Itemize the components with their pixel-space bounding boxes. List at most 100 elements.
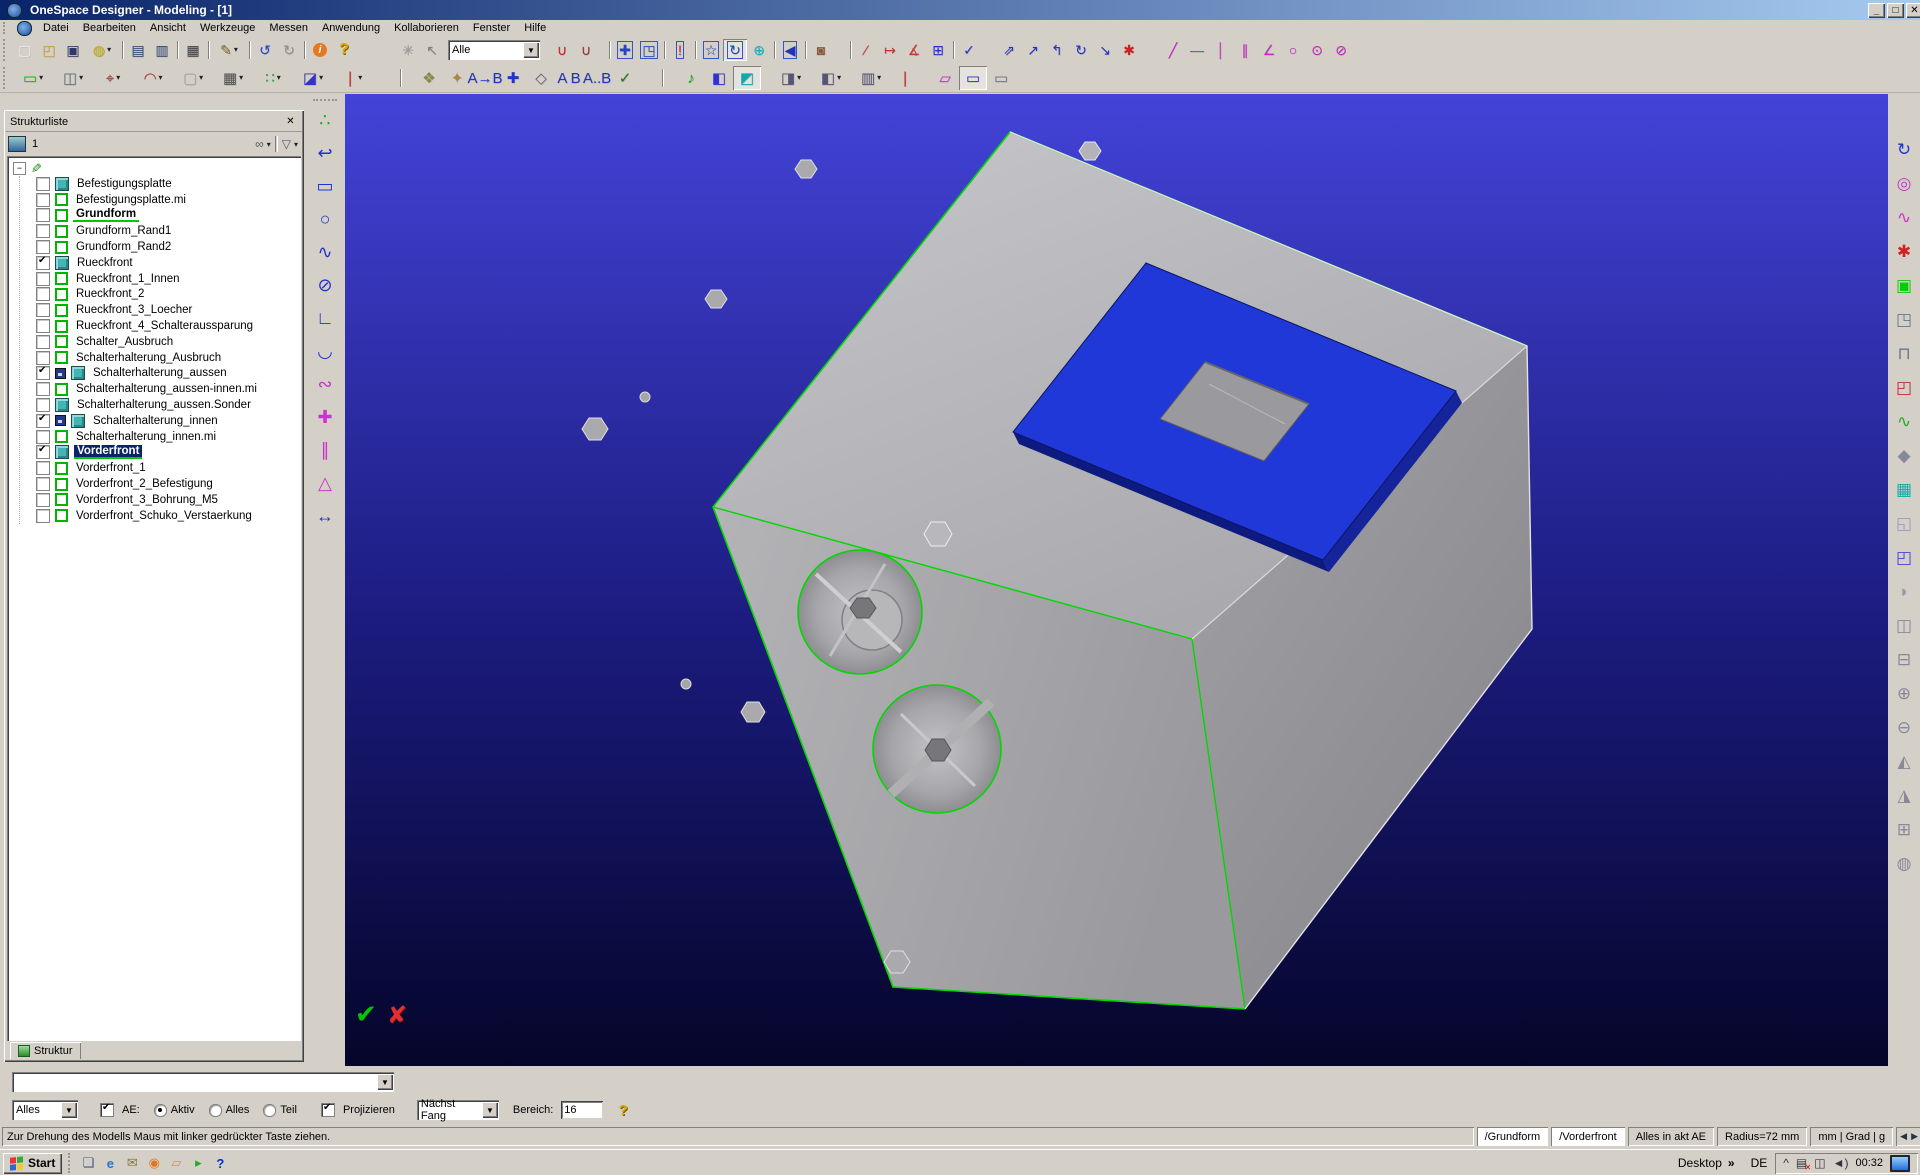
visibility-checkbox[interactable] <box>36 398 50 412</box>
center-view-icon[interactable]: ! <box>668 39 692 61</box>
status-field-radius[interactable]: Radius=72 mm <box>1717 1127 1807 1146</box>
thicken-tool-icon[interactable]: ◗ <box>1890 578 1918 606</box>
fix-position-icon[interactable]: ✱ <box>1117 39 1141 61</box>
rotate-3d-icon[interactable]: ↻ <box>723 39 747 61</box>
visibility-checkbox[interactable] <box>36 382 50 396</box>
marker-icon[interactable]: ❘ <box>333 66 373 90</box>
tree-item[interactable]: Schalterhalterung_aussen.Sonder <box>22 397 301 413</box>
pan-view-icon[interactable]: ✚ <box>613 39 637 61</box>
tree-item[interactable]: Rueckfront_2 <box>22 287 301 303</box>
curve-pattern-icon[interactable]: ∿ <box>1890 204 1918 232</box>
stretch-part-icon[interactable]: ⇗ <box>997 39 1021 61</box>
command-input-combobox[interactable]: ▼ <box>12 1072 394 1092</box>
menu-kollaborieren[interactable]: Kollaborieren <box>387 21 466 35</box>
circle-pattern-icon[interactable]: ◎ <box>1890 170 1918 198</box>
launch-mail-icon[interactable]: ✉ <box>122 1153 142 1173</box>
launch-ie-icon[interactable]: e <box>100 1153 120 1173</box>
menu-bearbeiten[interactable]: Bearbeiten <box>76 21 143 35</box>
status-field-vorderfront[interactable]: /Vorderfront <box>1551 1127 1624 1146</box>
tree-item[interactable]: Rueckfront_1_Innen <box>22 271 301 287</box>
menu-hilfe[interactable]: Hilfe <box>517 21 553 35</box>
context-help-button[interactable]: ? <box>611 1099 635 1121</box>
sketch-freehand-icon[interactable]: ∾ <box>310 369 340 399</box>
tree-item[interactable]: Vorderfront <box>22 445 301 461</box>
axis-tool-icon[interactable]: ✱ <box>1890 238 1918 266</box>
menu-ansicht[interactable]: Ansicht <box>143 21 193 35</box>
tree-item[interactable]: Befestigungsplatte <box>22 176 301 192</box>
swing-part-icon[interactable]: ↰ <box>1045 39 1069 61</box>
bereich-input[interactable]: 16 <box>561 1101 603 1119</box>
tree-item[interactable]: Grundform_Rand2 <box>22 239 301 255</box>
previous-view-icon[interactable]: ◀ <box>778 39 802 61</box>
bool-subtract-icon[interactable]: ⊖ <box>1890 714 1918 742</box>
highlight-spray-icon[interactable]: ✳ <box>396 39 420 61</box>
radio-teil[interactable]: Teil <box>263 1104 297 1117</box>
visibility-checkbox[interactable] <box>36 272 50 286</box>
info-icon[interactable]: i <box>308 39 332 61</box>
dimension-icon[interactable]: ↔ <box>310 501 340 531</box>
tree-item[interactable]: Rueckfront_3_Loecher <box>22 302 301 318</box>
workplane-view-icon[interactable]: ▭ <box>959 66 987 90</box>
help-icon[interactable]: ? <box>332 39 356 61</box>
radio-alles[interactable]: Alles <box>209 1104 250 1117</box>
blend-edges-icon[interactable]: ◠ <box>133 66 173 90</box>
ae-checkbox[interactable] <box>100 1103 114 1117</box>
tree-item[interactable]: Schalterhalterung_aussen <box>22 366 301 382</box>
document-list-icon[interactable] <box>8 136 26 152</box>
move-part-icon[interactable]: ↗ <box>1021 39 1045 61</box>
clipboard-check-icon[interactable]: ✓ <box>611 66 639 90</box>
workplane-gray-icon[interactable]: ▭ <box>987 66 1015 90</box>
box-select-icon[interactable]: ◇ <box>527 66 555 90</box>
extrude-tool-icon[interactable]: ◳ <box>1890 306 1918 334</box>
visibility-checkbox[interactable] <box>36 445 50 459</box>
measure-distance-icon[interactable]: ↦ <box>878 39 902 61</box>
sketch-spline-icon[interactable]: ∿ <box>310 237 340 267</box>
maximize-button[interactable]: □ <box>1887 3 1904 18</box>
search-binoculars-icon[interactable]: ∞▾ <box>253 136 273 152</box>
rename-ab-icon[interactable]: A→B <box>471 66 499 90</box>
scale-body-icon[interactable]: ⊞ <box>1890 816 1918 844</box>
launch-help-icon[interactable]: ? <box>210 1153 230 1173</box>
copy-part-icon[interactable]: ◫ <box>53 66 93 90</box>
projizieren-checkbox[interactable] <box>321 1103 335 1117</box>
split-part-icon[interactable]: ◭ <box>1890 748 1918 776</box>
compare-ab-icon[interactable]: A B <box>555 66 583 90</box>
tree-item[interactable]: Schalterhalterung_Ausbruch <box>22 350 301 366</box>
insert-part-icon[interactable]: ◪ <box>293 66 333 90</box>
new-part-icon[interactable]: ▭ <box>13 66 53 90</box>
tray-volume-icon[interactable]: ◄) <box>1833 1156 1849 1170</box>
machine-polyline-icon[interactable]: ↩ <box>310 138 340 168</box>
copy-icon[interactable]: ▤ <box>126 39 150 61</box>
tree-item[interactable]: Vorderfront_3_Bohrung_M5 <box>22 492 301 508</box>
menu-datei[interactable]: Datei <box>36 21 76 35</box>
menu-anwendung[interactable]: Anwendung <box>315 21 387 35</box>
structure-panel-titlebar[interactable]: Strukturliste ✕ <box>6 112 302 132</box>
menu-werkzeuge[interactable]: Werkzeuge <box>193 21 262 35</box>
language-indicator[interactable]: DE <box>1751 1156 1768 1170</box>
visibility-checkbox[interactable] <box>36 366 50 380</box>
visibility-checkbox[interactable] <box>36 287 50 301</box>
combo-dropdown-icon[interactable]: ▼ <box>482 1102 498 1118</box>
visibility-checkbox[interactable] <box>36 319 50 333</box>
3d-viewport[interactable]: ✔ ✘ <box>345 94 1888 1066</box>
simulate-icon[interactable]: ♪ <box>677 66 705 90</box>
viewset-icon[interactable]: ◨ <box>771 66 811 90</box>
select-elements-icon[interactable]: ☆ <box>699 39 723 61</box>
sketch-offset-icon[interactable]: ∥ <box>310 435 340 465</box>
tree-item[interactable]: Grundform_Rand1 <box>22 223 301 239</box>
tree-item[interactable]: Vorderfront_Schuko_Verstaerkung <box>22 508 301 524</box>
scope-combobox[interactable]: Alles ▼ <box>12 1100 78 1120</box>
combo-dropdown-icon[interactable]: ▼ <box>61 1102 77 1118</box>
sketch-slot-icon[interactable]: ⊘ <box>310 270 340 300</box>
section-view-icon[interactable]: ◧ <box>705 66 733 90</box>
release-tool-icon[interactable]: ✎ <box>212 39 246 61</box>
display-settings-icon[interactable] <box>1890 1155 1910 1172</box>
status-field-scope[interactable]: Alles in akt AE <box>1628 1127 1714 1146</box>
redline-icon[interactable]: ❘ <box>891 66 919 90</box>
status-field-units[interactable]: mm | Grad | g <box>1810 1127 1893 1146</box>
measure-radius-icon[interactable]: ∕ <box>854 39 878 61</box>
chevron-icon[interactable]: » <box>1728 1156 1735 1170</box>
sweep-tool-icon[interactable]: ◆ <box>1890 442 1918 470</box>
open-folder-icon[interactable]: ◰ <box>37 39 61 61</box>
scroll-left-icon[interactable]: ◀ <box>1900 1131 1907 1142</box>
